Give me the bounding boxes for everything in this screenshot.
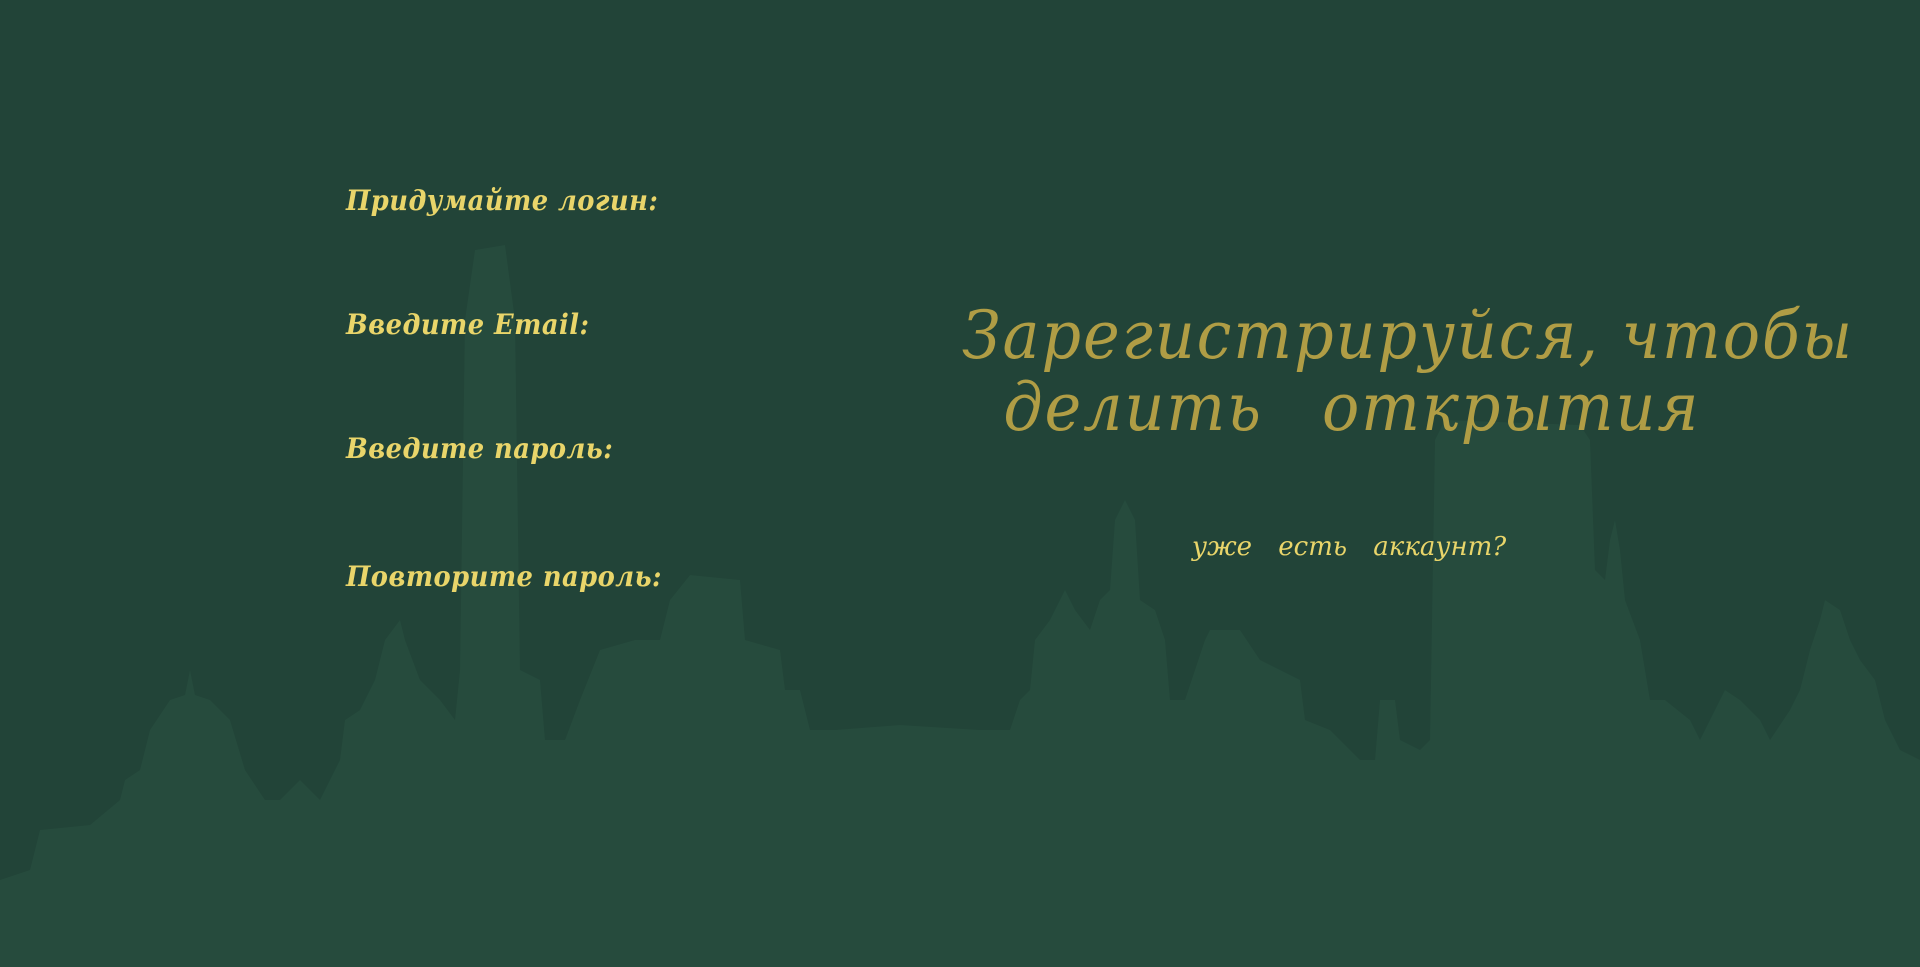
email-input[interactable] <box>346 346 710 382</box>
already-have-account-link[interactable]: уже есть аккаунт? <box>1192 532 1506 562</box>
login-label: Придумайте логин: <box>346 184 659 217</box>
headline-line-2: делить открытия <box>1003 369 1701 446</box>
password-label: Введите пароль: <box>346 432 614 465</box>
repeat-password-label: Повторите пароль: <box>346 560 663 593</box>
headline-line-1: Зарегистрируйся, чтобы <box>962 297 1855 374</box>
repeat-password-input[interactable] <box>346 598 710 634</box>
email-label: Введите Email: <box>346 308 590 341</box>
password-input[interactable] <box>346 470 710 506</box>
registration-headline: Зарегистрируйся, чтобы делить открытия <box>962 297 1855 446</box>
login-input[interactable] <box>346 222 710 258</box>
city-skyline-background <box>0 245 1920 967</box>
registration-page: Придумайте логин: Введите Email: Введите… <box>0 0 1920 967</box>
